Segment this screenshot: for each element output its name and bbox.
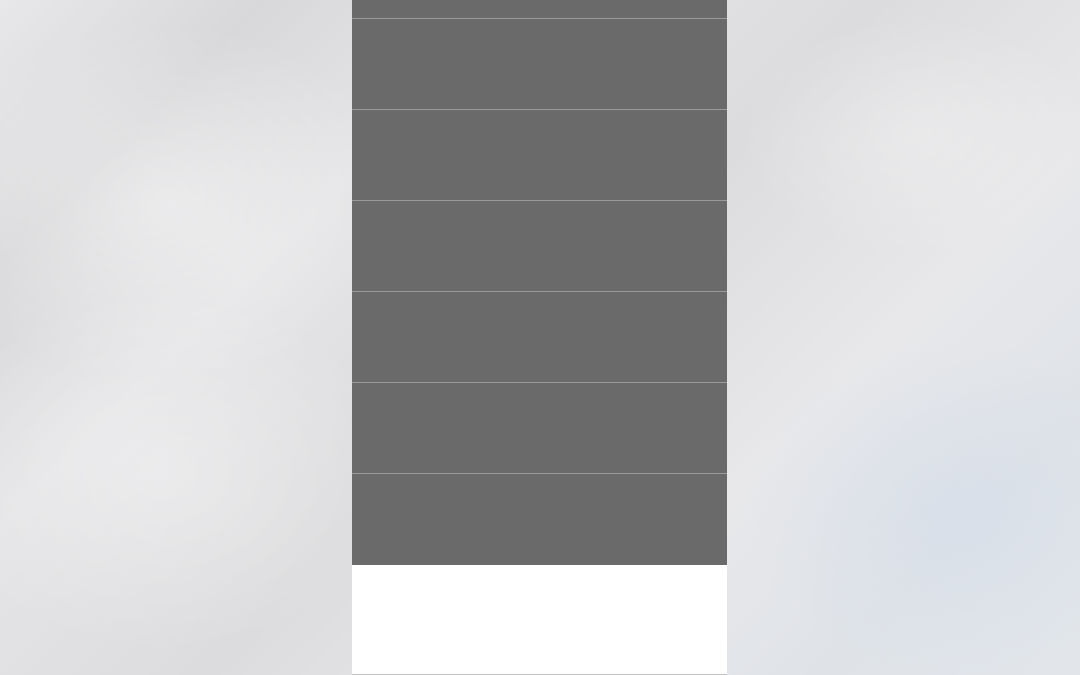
mobile-app-frame — [352, 0, 727, 675]
loading-list-container — [352, 0, 727, 565]
list-item[interactable] — [352, 474, 727, 565]
list-item[interactable] — [352, 110, 727, 201]
bottom-section — [352, 565, 727, 675]
list-item[interactable] — [352, 383, 727, 474]
list-item[interactable] — [352, 292, 727, 383]
list-item[interactable] — [352, 0, 727, 19]
list-item[interactable] — [352, 19, 727, 110]
list-item[interactable] — [352, 201, 727, 292]
